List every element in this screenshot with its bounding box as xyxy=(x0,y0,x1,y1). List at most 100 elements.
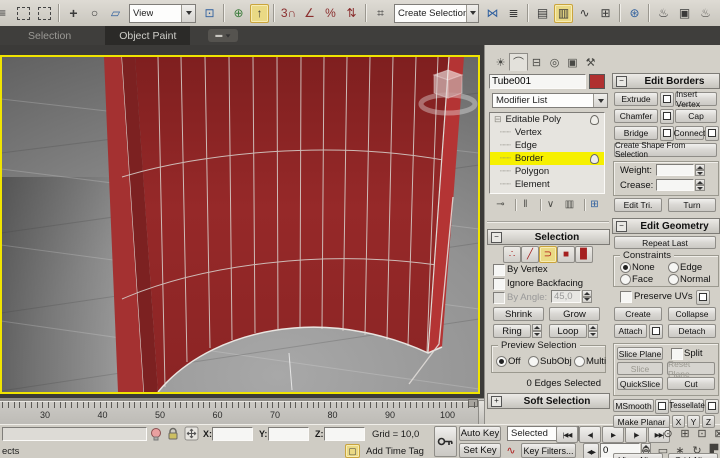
spinner-snap-icon[interactable]: ⇅ xyxy=(342,4,361,23)
insert-vertex-button[interactable]: Insert Vertex xyxy=(675,92,717,106)
create-shape-button[interactable]: Create Shape From Selection xyxy=(614,143,717,157)
planar-x-button[interactable]: X xyxy=(672,415,685,428)
schematic-view-icon[interactable]: ⊞ xyxy=(596,4,615,23)
loop-spinner[interactable] xyxy=(588,324,598,338)
chamfer-button[interactable]: Chamfer xyxy=(614,109,658,123)
tessellate-settings-button[interactable] xyxy=(705,399,719,414)
keyboard-override-icon[interactable]: ↑ xyxy=(250,4,269,23)
shrink-button[interactable]: Shrink xyxy=(493,307,544,321)
set-key-button[interactable]: Set Key xyxy=(459,443,501,458)
collapse-button[interactable]: Collapse xyxy=(668,307,716,321)
rendered-frame-window-icon[interactable]: ▣ xyxy=(675,4,694,23)
align-icon[interactable]: ≣ xyxy=(504,4,523,23)
edit-borders-rollout-header[interactable]: −Edit Borders xyxy=(612,73,720,89)
edit-geometry-rollout-header[interactable]: −Edit Geometry xyxy=(612,218,720,234)
selection-lock-icon[interactable] xyxy=(167,427,179,441)
stack-item-element[interactable]: ┈┈Element xyxy=(490,178,604,191)
status-line-field[interactable] xyxy=(2,427,147,441)
msmooth-settings-button[interactable] xyxy=(655,399,669,414)
viewport-scene[interactable] xyxy=(1,57,479,392)
rect-selection-region-icon[interactable] xyxy=(14,4,33,23)
layer-manager-icon[interactable]: ▤ xyxy=(533,4,552,23)
loop-button[interactable]: Loop xyxy=(549,324,587,338)
edit-named-selection-sets-icon[interactable]: ⌗ xyxy=(371,4,390,23)
make-unique-icon[interactable]: ∨ xyxy=(543,197,558,212)
zoom-extents-icon[interactable]: ⊡ xyxy=(694,426,710,441)
ring-spinner[interactable] xyxy=(532,324,542,338)
select-rotate-icon[interactable]: ○ xyxy=(85,4,104,23)
snaps-toggle-3d-icon[interactable]: 3∩ xyxy=(279,4,298,23)
zoom-icon[interactable]: ⊙ xyxy=(660,426,676,441)
hierarchy-tab[interactable]: ⊟ xyxy=(527,53,546,71)
cap-button[interactable]: Cap xyxy=(675,109,717,123)
weight-spinner[interactable] xyxy=(695,164,705,176)
constraint-edge-radio[interactable] xyxy=(668,262,679,273)
go-to-start-icon[interactable]: |◀◀ xyxy=(556,426,578,443)
preserve-uvs-settings-button[interactable] xyxy=(696,290,710,305)
grow-button[interactable]: Grow xyxy=(549,307,600,321)
viewport[interactable] xyxy=(0,45,484,399)
constraint-normal-radio[interactable] xyxy=(668,274,679,285)
pin-stack-icon[interactable]: ⊸ xyxy=(493,197,508,212)
extrude-settings-button[interactable] xyxy=(660,92,674,107)
element-icon[interactable]: ▉ xyxy=(575,246,593,263)
preview-off-radio[interactable] xyxy=(496,356,507,367)
edit-tri-button[interactable]: Edit Tri. xyxy=(614,198,662,212)
graphite-ribbon-toggle-icon[interactable]: ▥ xyxy=(554,4,573,23)
timeline-ruler[interactable]: 30405060708090100 xyxy=(0,398,484,425)
zoom-extents-all-icon[interactable]: ⊠ xyxy=(711,426,720,441)
lightbulb-icon[interactable] xyxy=(150,427,162,441)
connect-settings-button[interactable] xyxy=(705,126,719,141)
motion-tab[interactable]: ◎ xyxy=(545,53,564,71)
soft-selection-rollout-header[interactable]: +Soft Selection xyxy=(487,393,610,409)
mirror-icon[interactable]: ⋈ xyxy=(483,4,502,23)
constraint-face-radio[interactable] xyxy=(620,274,631,285)
chamfer-settings-button[interactable] xyxy=(660,109,674,124)
extrude-button[interactable]: Extrude xyxy=(614,92,658,106)
named-selection-sets-dropdown[interactable]: Create Selection Se xyxy=(394,4,479,23)
next-frame-icon[interactable]: |▶ xyxy=(625,426,647,443)
stack-item-root[interactable]: ⊟Editable Poly xyxy=(490,113,604,126)
object-name-field[interactable] xyxy=(489,74,586,89)
connect-button[interactable]: Connect xyxy=(675,126,704,140)
select-manipulate-icon[interactable]: ⊕ xyxy=(229,4,248,23)
tessellate-button[interactable]: Tessellate xyxy=(670,399,704,412)
make-planar-button[interactable]: Make Planar xyxy=(613,415,670,428)
utilities-tab[interactable]: ⚒ xyxy=(581,53,600,71)
reset-plane-button[interactable]: Reset Plane xyxy=(667,362,715,375)
planar-y-button[interactable]: Y xyxy=(687,415,700,428)
bridge-button[interactable]: Bridge xyxy=(614,126,658,140)
constraint-none-radio[interactable] xyxy=(620,262,631,273)
attach-settings-button[interactable] xyxy=(649,324,663,339)
percent-snap-icon[interactable]: % xyxy=(321,4,340,23)
attach-button[interactable]: Attach xyxy=(614,324,647,338)
ignore-backfacing-checkbox[interactable] xyxy=(493,278,505,290)
configure-modifier-sets-icon[interactable]: ⊞ xyxy=(587,197,602,212)
create-button[interactable]: Create xyxy=(614,307,662,321)
grid-align-button[interactable]: Grid Align xyxy=(668,453,718,458)
tab-selection[interactable]: Selection xyxy=(14,26,85,45)
object-color-swatch[interactable] xyxy=(589,74,605,89)
polygon-icon[interactable]: ■ xyxy=(557,246,575,263)
slice-button[interactable]: Slice xyxy=(617,362,663,375)
vertex-icon[interactable]: ∴ xyxy=(503,246,521,263)
by-vertex-checkbox[interactable] xyxy=(493,264,505,276)
detach-button[interactable]: Detach xyxy=(668,324,716,338)
modify-tab[interactable]: ⌒ xyxy=(509,53,528,71)
set-keys-button[interactable] xyxy=(434,426,457,457)
modifier-stack[interactable]: ⊟Editable Poly┈┈Vertex┈┈Edge┈┈Border┈┈Po… xyxy=(489,112,605,194)
remove-modifier-icon[interactable]: ▥ xyxy=(562,197,577,212)
stack-item-border[interactable]: ┈┈Border xyxy=(490,152,604,165)
create-tab[interactable]: ☀ xyxy=(491,53,510,71)
previous-frame-icon[interactable]: ◀| xyxy=(579,426,601,443)
weight-field[interactable] xyxy=(656,164,694,176)
absolute-offset-mode-icon[interactable] xyxy=(184,426,199,441)
preserve-uvs-checkbox[interactable] xyxy=(620,291,632,303)
view-align-button[interactable]: View Align xyxy=(613,453,663,458)
show-end-result-icon[interactable]: ‖ xyxy=(518,197,533,212)
planar-z-button[interactable]: Z xyxy=(702,415,715,428)
preview-multi-radio[interactable] xyxy=(574,356,585,367)
material-editor-icon[interactable]: ♨ xyxy=(654,4,673,23)
quickslice-button[interactable]: QuickSlice xyxy=(617,377,663,390)
bridge-settings-button[interactable] xyxy=(660,126,674,141)
